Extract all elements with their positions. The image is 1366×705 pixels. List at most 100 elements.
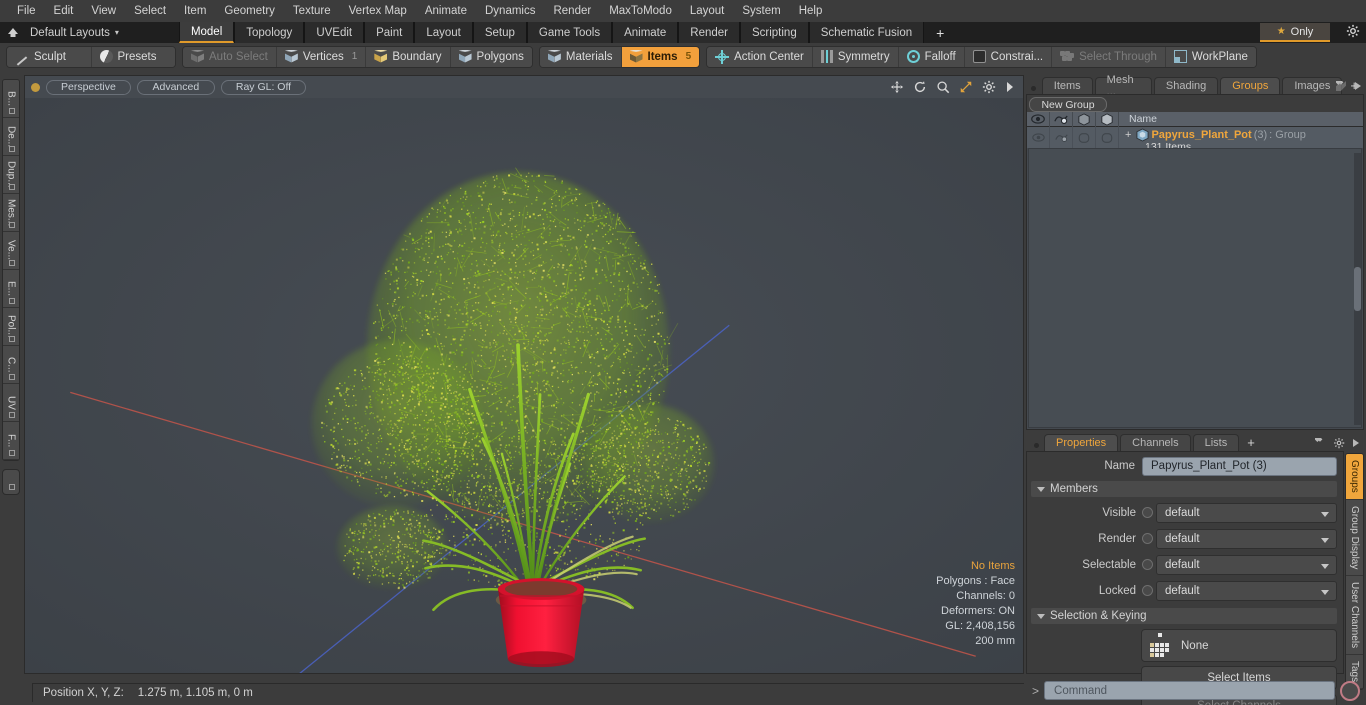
left-tab-f[interactable]: F... (3, 422, 19, 460)
menu-item-maxtomodo[interactable]: MaxToModo (600, 1, 681, 21)
chevron-right-icon[interactable] (1352, 438, 1360, 448)
menu-item-dynamics[interactable]: Dynamics (476, 1, 544, 21)
menu-item-texture[interactable]: Texture (284, 1, 340, 21)
command-input[interactable]: Command (1044, 681, 1335, 700)
layout-tab-uvedit[interactable]: UVEdit (304, 22, 364, 43)
row-render-toggle[interactable] (1050, 127, 1073, 148)
left-tab-c[interactable]: C... (3, 346, 19, 384)
tool-button-action-center[interactable]: Action Center (707, 47, 813, 67)
groups-scrollbar[interactable] (1354, 153, 1361, 425)
layout-tab-animate[interactable]: Animate (612, 22, 678, 43)
left-tab-b[interactable]: B... (3, 80, 19, 118)
side-tab-user-channels[interactable]: User Channels (1346, 576, 1363, 655)
member-radio[interactable] (1142, 585, 1153, 596)
tab-channels[interactable]: Channels (1120, 434, 1190, 451)
menu-item-item[interactable]: Item (175, 1, 215, 21)
record-icon[interactable] (1340, 681, 1360, 701)
layout-tab-model[interactable]: Model (179, 22, 234, 43)
zoom-icon[interactable] (936, 80, 950, 94)
expand-icon[interactable] (1314, 437, 1326, 449)
viewport-canvas[interactable]: Y X Z (25, 98, 1023, 673)
member-dropdown-visible[interactable]: default (1156, 503, 1337, 523)
menu-item-edit[interactable]: Edit (45, 1, 83, 21)
menu-item-vertex-map[interactable]: Vertex Map (340, 1, 416, 21)
settings-icon[interactable] (982, 80, 996, 94)
selection-section-header[interactable]: Selection & Keying (1031, 608, 1337, 624)
tool-button-presets[interactable]: Presets (92, 47, 176, 67)
tab-images[interactable]: Images (1282, 77, 1342, 94)
default-layouts-label[interactable]: Default Layouts (26, 27, 110, 39)
layout-tab-scripting[interactable]: Scripting (740, 22, 809, 43)
menu-item-animate[interactable]: Animate (416, 1, 476, 21)
member-dropdown-render[interactable]: default (1156, 529, 1337, 549)
tool-button-vertices[interactable]: Vertices 1 (277, 47, 366, 67)
layout-tab-paint[interactable]: Paint (364, 22, 414, 43)
menu-item-select[interactable]: Select (125, 1, 175, 21)
left-strip-extra-button[interactable] (2, 469, 20, 495)
tool-button-sculpt[interactable]: Sculpt (7, 47, 92, 67)
menu-item-view[interactable]: View (82, 1, 125, 21)
side-tab-groups[interactable]: Groups (1346, 454, 1363, 500)
tool-button-falloff[interactable]: Falloff (899, 47, 965, 67)
properties-menu-icon[interactable] (1030, 439, 1042, 451)
left-tab-e[interactable]: E... (3, 270, 19, 308)
tab-items[interactable]: Items (1042, 77, 1093, 94)
tool-button-constrai[interactable]: Constrai... (965, 47, 1052, 67)
panel-menu-icon[interactable] (1028, 82, 1040, 94)
tool-button-materials[interactable]: Materials (540, 47, 622, 67)
layout-tab-layout[interactable]: Layout (414, 22, 473, 43)
tab-properties[interactable]: Properties (1044, 434, 1118, 451)
layout-tab-render[interactable]: Render (678, 22, 740, 43)
member-radio[interactable] (1142, 533, 1153, 544)
fit-icon[interactable] (959, 80, 973, 94)
chevron-right-icon[interactable] (1354, 81, 1362, 91)
tab-mesh[interactable]: Mesh ... (1095, 77, 1152, 94)
member-radio[interactable] (1142, 559, 1153, 570)
menu-item-help[interactable]: Help (790, 1, 832, 21)
members-section-header[interactable]: Members (1031, 481, 1337, 497)
row-expander[interactable]: + (1125, 129, 1131, 141)
member-radio[interactable] (1142, 507, 1153, 518)
tool-button-polygons[interactable]: Polygons (451, 47, 532, 67)
tool-button-boundary[interactable]: Boundary (366, 47, 450, 67)
new-group-button[interactable]: New Group (1029, 97, 1107, 112)
layout-tab-topology[interactable]: Topology (234, 22, 304, 43)
menu-item-geometry[interactable]: Geometry (215, 1, 284, 21)
move-icon[interactable] (890, 80, 904, 94)
rotate-icon[interactable] (913, 80, 927, 94)
tab-lists[interactable]: Lists (1193, 434, 1240, 451)
menu-item-render[interactable]: Render (544, 1, 600, 21)
layout-tab-schematic-fusion[interactable]: Schematic Fusion (809, 22, 924, 43)
tool-button-items[interactable]: Items 5 (622, 47, 700, 67)
row-shape-toggle-a[interactable] (1073, 127, 1096, 148)
layout-tab-setup[interactable]: Setup (473, 22, 527, 43)
left-tab-de[interactable]: De... (3, 118, 19, 156)
row-shape-toggle-b[interactable] (1096, 127, 1119, 148)
expand-icon[interactable] (1335, 80, 1347, 92)
viewport-projection-button[interactable]: Perspective (46, 80, 131, 95)
left-tab-ve[interactable]: Ve... (3, 232, 19, 270)
viewport-raygl-button[interactable]: Ray GL: Off (221, 80, 306, 95)
properties-add-tab-button[interactable]: + (1241, 434, 1261, 451)
tool-button-symmetry[interactable]: Symmetry (813, 47, 899, 67)
selection-set-button[interactable]: None (1141, 629, 1337, 662)
left-tab-uv[interactable]: UV (3, 384, 19, 422)
3d-viewport[interactable]: Perspective Advanced Ray GL: Off No Item… (24, 75, 1024, 674)
name-input[interactable]: Papyrus_Plant_Pot (3) (1142, 457, 1337, 476)
chevron-right-icon[interactable] (1005, 81, 1015, 93)
tab-groups[interactable]: Groups (1220, 77, 1280, 94)
chevron-down-icon[interactable]: ▾ (115, 28, 119, 37)
side-tab-group-display[interactable]: Group Display (1346, 500, 1363, 576)
left-tab-pol[interactable]: Pol... (3, 308, 19, 346)
gear-icon[interactable] (1346, 24, 1360, 38)
viewport-shading-button[interactable]: Advanced (137, 80, 215, 95)
row-visibility-toggle[interactable] (1027, 127, 1050, 148)
left-tab-dup[interactable]: Dup... (3, 156, 19, 194)
member-dropdown-locked[interactable]: default (1156, 581, 1337, 601)
menu-item-file[interactable]: File (8, 1, 45, 21)
tab-shading[interactable]: Shading (1154, 77, 1218, 94)
add-layout-tab-button[interactable]: + (924, 22, 956, 43)
menu-item-system[interactable]: System (733, 1, 789, 21)
viewport-dot-icon[interactable] (31, 83, 40, 92)
layout-tab-game-tools[interactable]: Game Tools (527, 22, 612, 43)
